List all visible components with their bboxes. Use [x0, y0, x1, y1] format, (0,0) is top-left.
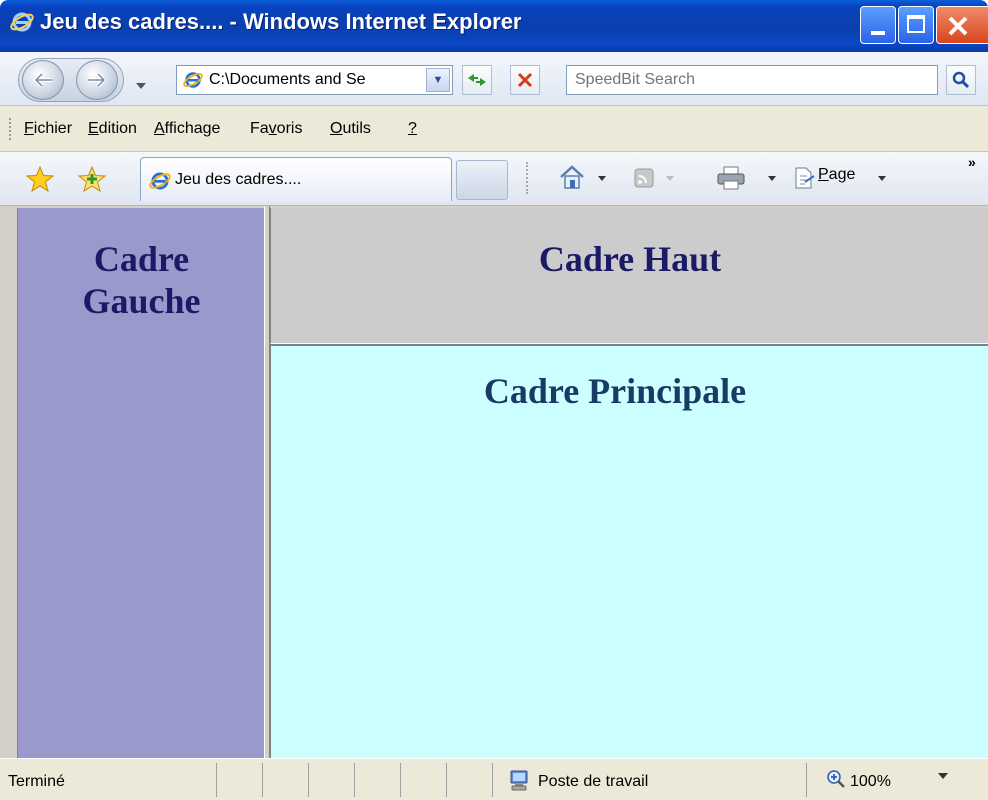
search-icon [952, 71, 970, 89]
close-button[interactable] [936, 6, 988, 44]
menu-outils[interactable]: Outils [330, 120, 371, 138]
chevron-down-icon[interactable] [878, 176, 886, 181]
tab-bar: Jeu des cadres.... Page » [0, 152, 988, 206]
address-field[interactable]: C:\Documents and Se ▼ [176, 65, 453, 95]
frame-main-title: Cadre Principale [483, 371, 747, 411]
back-arrow-icon [33, 72, 52, 88]
refresh-icon [468, 74, 486, 86]
close-icon [948, 16, 968, 36]
frame-top-title: Cadre Haut [538, 239, 722, 279]
window-border-left [0, 206, 14, 758]
toolbar-separator [526, 162, 528, 194]
ie-icon [10, 12, 34, 32]
status-panel [354, 763, 355, 797]
status-panel [400, 763, 401, 797]
recent-pages-dropdown[interactable] [136, 76, 146, 92]
chevron-down-icon[interactable] [598, 176, 606, 181]
menu-fichier[interactable]: Fichier [24, 120, 72, 138]
security-zone-text: Poste de travail [538, 773, 649, 790]
status-panel [262, 763, 263, 797]
add-favorite-icon[interactable] [78, 166, 106, 192]
maximize-button[interactable] [898, 6, 934, 44]
zoom-icon[interactable] [826, 769, 846, 789]
status-panel [308, 763, 309, 797]
status-text: Terminé [8, 773, 65, 790]
menu-affichage[interactable]: Affichage [154, 120, 220, 138]
menu-bar: Fichier Edition Affichage Favoris Outils… [0, 106, 988, 152]
menu-favoris[interactable]: Favoris [250, 120, 302, 138]
tab-active[interactable]: Jeu des cadres.... [140, 157, 452, 201]
stop-icon [517, 72, 533, 88]
frame-left-title: Cadre Gauche [82, 239, 201, 321]
title-bar: Jeu des cadres.... - Windows Internet Ex… [0, 0, 988, 52]
refresh-button[interactable] [462, 65, 492, 95]
frameset: Cadre Gauche Cadre Haut Cadre Principale [0, 206, 988, 758]
search-input[interactable] [567, 66, 937, 94]
ie-page-icon [183, 72, 203, 88]
chevron-down-icon[interactable] [768, 176, 776, 181]
chevron-down-icon[interactable] [666, 176, 674, 181]
computer-zone-icon [510, 770, 528, 791]
address-dropdown-button[interactable]: ▼ [426, 68, 450, 92]
zoom-level[interactable]: 100% [850, 773, 891, 791]
status-bar: Terminé Poste de travail 100% [0, 758, 988, 800]
search-box[interactable] [566, 65, 938, 95]
frame-left: Cadre Gauche [17, 208, 264, 758]
feeds-icon[interactable] [634, 168, 654, 188]
stop-button[interactable] [510, 65, 540, 95]
status-panel [806, 763, 807, 797]
status-panel [446, 763, 447, 797]
toolbar-grip[interactable] [9, 118, 12, 140]
menu-edition[interactable]: Edition [88, 120, 137, 138]
ie-page-icon [149, 172, 171, 190]
chevron-down-icon[interactable] [938, 773, 948, 779]
new-tab-button[interactable] [456, 160, 508, 200]
frame-top: Cadre Haut [270, 208, 988, 344]
forward-arrow-icon [88, 72, 107, 88]
address-text: C:\Documents and Se [209, 71, 366, 88]
tab-label: Jeu des cadres.... [175, 171, 302, 188]
home-icon[interactable] [558, 164, 586, 190]
frame-main: Cadre Principale [270, 344, 988, 758]
status-panel [492, 763, 493, 797]
minimize-button[interactable] [860, 6, 896, 44]
more-commands-chevron[interactable]: » [968, 154, 976, 170]
print-icon[interactable] [716, 166, 746, 190]
page-icon [795, 167, 815, 189]
chevron-down-icon [136, 83, 146, 89]
back-button[interactable] [22, 60, 64, 100]
status-panel [216, 763, 217, 797]
page-menu[interactable]: Page [818, 166, 855, 184]
forward-button[interactable] [76, 60, 118, 100]
favorites-star-icon[interactable] [26, 166, 54, 192]
search-button[interactable] [946, 65, 976, 95]
menu-aide[interactable]: ? [408, 120, 417, 138]
window-title: Jeu des cadres.... - Windows Internet Ex… [40, 9, 522, 34]
address-toolbar: C:\Documents and Se ▼ [0, 52, 988, 106]
